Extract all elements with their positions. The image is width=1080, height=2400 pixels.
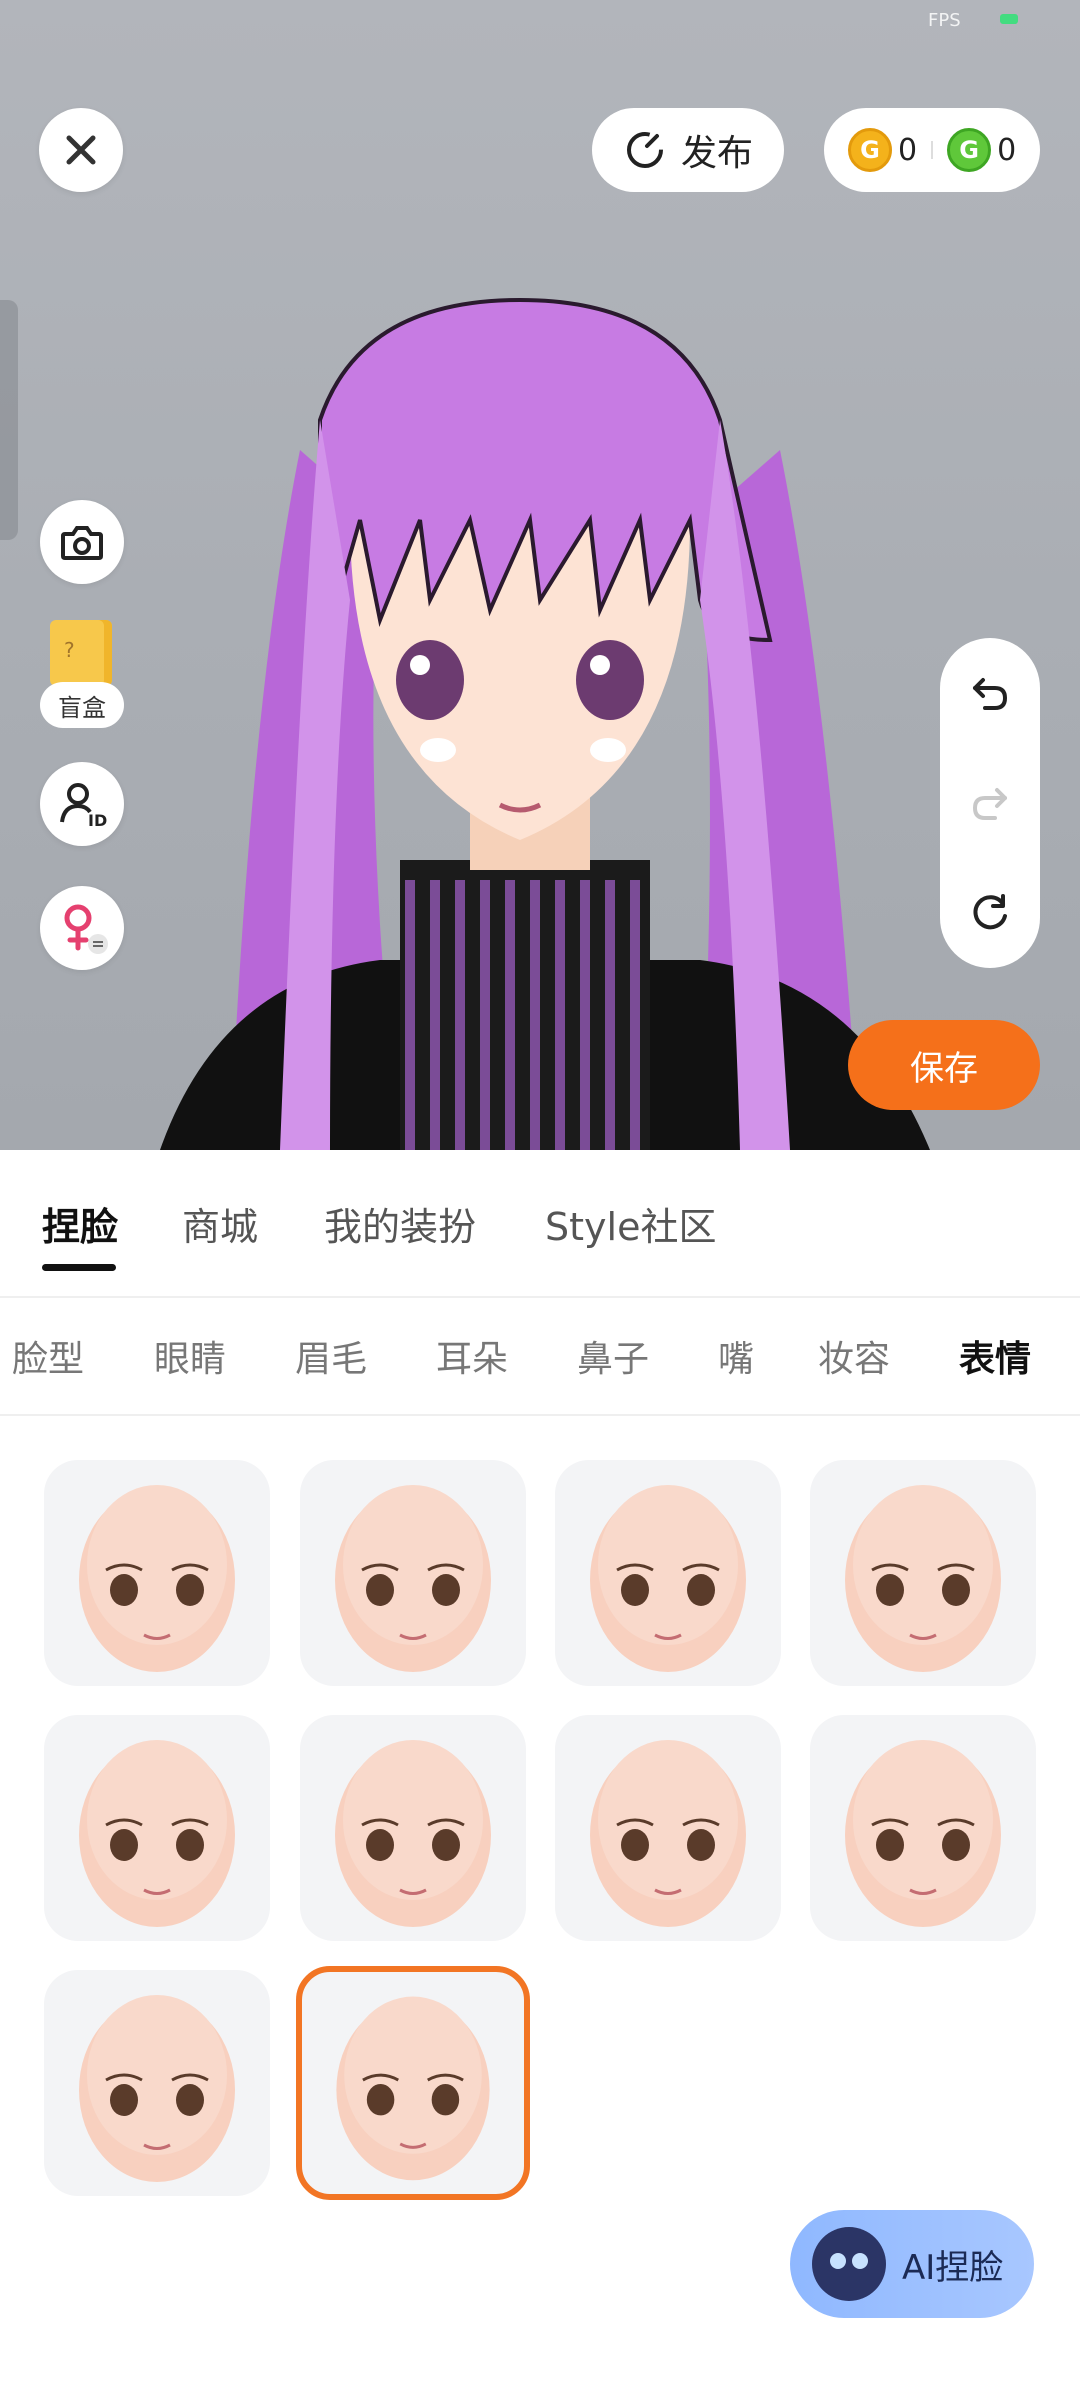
gold-coin-icon: G [848,128,892,172]
svg-text:ID: ID [88,811,107,830]
coin-balance[interactable]: G 0 G 0 [824,108,1040,192]
ai-robot-icon [812,2227,886,2301]
tab-face-edit[interactable]: 捏脸 [42,1196,118,1251]
publish-icon [626,132,663,168]
expression-option-4[interactable] [810,1460,1036,1686]
gender-switch-button[interactable] [40,886,124,970]
avatar-id-button[interactable]: ID [40,762,124,846]
publish-label: 发布 [680,133,753,174]
female-icon [64,904,108,954]
blindbox-label: 盲盒 [40,682,124,728]
face-thumbnail [335,1740,491,1927]
category-ears[interactable]: 耳朵 [436,1330,508,1382]
history-controls [940,638,1040,968]
user-id-icon: ID [60,783,107,830]
category-makeup[interactable]: 妆容 [818,1330,890,1382]
category-nose[interactable]: 鼻子 [577,1330,649,1382]
expression-option-5[interactable] [44,1715,270,1941]
face-thumbnail [845,1740,1001,1927]
category-expression[interactable]: 表情 [959,1330,1031,1382]
expression-option-10-selected[interactable] [296,1966,530,2200]
ai-face-label: AI捏脸 [902,2247,1004,2288]
face-thumbnail [335,1485,491,1672]
expression-option-6[interactable] [300,1715,526,1941]
face-thumbnail [336,1996,490,2181]
side-drawer-handle[interactable] [0,300,18,540]
close-icon [66,135,96,165]
expression-option-1[interactable] [44,1460,270,1686]
undo-icon[interactable] [967,670,1013,716]
main-tabs: 捏脸 商城 我的装扮 Style社区 [0,1150,1080,1290]
tabs-divider [0,1296,1080,1298]
expression-option-7[interactable] [555,1715,781,1941]
face-thumbnail [79,1740,235,1927]
tab-shop[interactable]: 商城 [182,1196,258,1251]
face-thumbnail [79,1995,235,2182]
camera-button[interactable] [40,500,124,584]
active-tab-indicator [42,1264,116,1271]
category-mouth[interactable]: 嘴 [718,1330,754,1382]
expression-option-9[interactable] [44,1970,270,2196]
expression-option-8[interactable] [810,1715,1036,1941]
publish-button[interactable]: 发布 [592,108,784,192]
face-thumbnail [845,1485,1001,1672]
close-button[interactable] [39,108,123,192]
face-thumbnail [590,1740,746,1927]
expression-option-2[interactable] [300,1460,526,1686]
category-eyebrows[interactable]: 眉毛 [295,1330,367,1382]
green-coin-count: 0 [997,132,1017,168]
tab-my-outfit[interactable]: 我的装扮 [324,1196,476,1251]
face-thumbnail [79,1485,235,1672]
save-button[interactable]: 保存 [848,1020,1040,1110]
reset-icon[interactable] [967,890,1013,936]
blindbox-icon [50,620,112,686]
green-coin-icon: G [947,128,992,172]
blindbox-button[interactable]: 盲盒 [40,620,124,730]
tab-style-community[interactable]: Style社区 [545,1196,716,1251]
face-thumbnail [590,1485,746,1672]
category-divider [0,1414,1080,1416]
category-face-shape[interactable]: 脸型 [12,1330,84,1382]
gold-coin-count: 0 [898,132,918,168]
camera-icon [61,526,103,560]
avatar-viewport[interactable]: FPS 发布 G 0 G 0 ? 盲盒 ID 保存 [0,0,1080,1150]
category-eyes[interactable]: 眼睛 [154,1330,226,1382]
coin-separator [931,141,934,159]
redo-icon[interactable] [967,780,1013,826]
ai-face-button[interactable]: AI捏脸 [790,2210,1034,2318]
expression-option-3[interactable] [555,1460,781,1686]
